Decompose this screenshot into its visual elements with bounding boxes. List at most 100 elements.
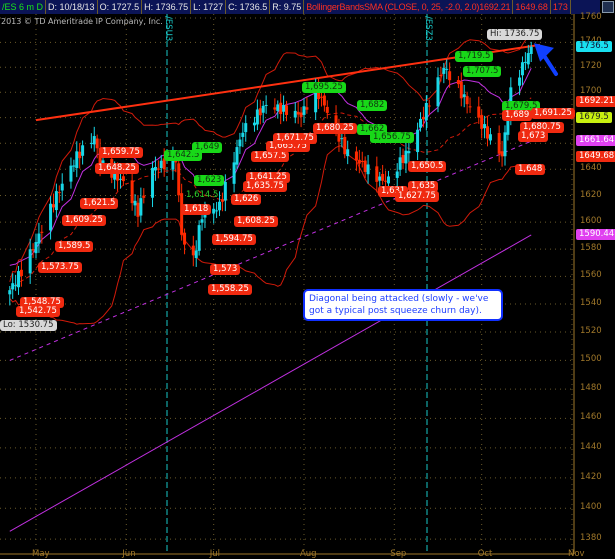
annotation-note[interactable]: Diagonal being attacked (slowly - we've … — [303, 289, 503, 321]
candle-body — [37, 233, 41, 244]
price-annotation-label: 1,627.75 — [395, 191, 439, 202]
price-annotation-label: Hi: 1736.75 — [487, 29, 543, 40]
candle-body — [118, 178, 122, 180]
price-tick-label: 1420 — [580, 471, 602, 482]
candle-body — [424, 103, 428, 121]
price-annotation-label: 1,648 — [515, 164, 546, 175]
candle-body — [395, 171, 399, 178]
price-annotation-label: 1,707.5 — [463, 66, 502, 77]
price-annotation-label: 1,719.5 — [455, 51, 494, 62]
candle-body — [57, 192, 61, 194]
month-tick-label: May — [32, 549, 50, 559]
candle-body — [28, 249, 32, 274]
candle-body — [159, 160, 163, 169]
price-annotation-label: 1,657.5 — [251, 151, 290, 162]
price-axis-badge: 1649.68 — [576, 150, 615, 162]
price-tick-label: 1580 — [580, 243, 602, 254]
candle-body — [322, 95, 326, 106]
price-axis-badge: 1736.5 — [576, 40, 612, 52]
candle-body — [500, 151, 504, 157]
month-tick-label: Nov — [567, 549, 585, 559]
candle-body — [264, 104, 268, 106]
price-annotation-label: 1,648.25 — [95, 163, 139, 174]
price-annotation-label: 1,695.25 — [302, 82, 346, 93]
candle-body — [518, 77, 522, 86]
price-annotation-label: 1,680.25 — [313, 123, 357, 134]
price-tick-label: 1700 — [580, 86, 602, 97]
candle-body — [340, 138, 344, 140]
candle-body — [238, 139, 242, 147]
price-annotation-label: Lo: 1530.75 — [0, 320, 57, 331]
candle-body — [244, 123, 248, 133]
chart-header: /ES 6 m D D: 10/18/13 O: 1727.5 H: 1736.… — [0, 0, 600, 14]
candle-body — [273, 107, 277, 110]
candle-body — [503, 132, 507, 157]
symbol-label[interactable]: /ES 6 m D — [0, 0, 47, 14]
candle-body — [191, 245, 195, 256]
price-annotation-label: 1,608.25 — [234, 216, 278, 227]
candle-body — [285, 105, 289, 115]
candle-body — [384, 180, 388, 182]
date-value: D: 10/18/13 — [46, 0, 98, 14]
candle-body — [378, 176, 382, 181]
candle-body — [255, 109, 259, 125]
price-annotation-label: 1,691.25 — [531, 108, 575, 119]
candle-body — [462, 94, 466, 98]
candle-body — [421, 116, 425, 120]
candle-body — [235, 147, 239, 165]
price-annotation-label: 1,682 — [357, 100, 388, 111]
candle-body — [375, 166, 379, 182]
candle-body — [404, 150, 408, 164]
candle-body — [54, 191, 58, 211]
candle-body — [386, 176, 390, 184]
candle-body — [488, 134, 492, 141]
candle-body — [17, 271, 21, 288]
candle-body — [261, 105, 265, 113]
candle-body — [153, 166, 157, 171]
price-tick-label: 1640 — [580, 163, 602, 174]
candle-body — [19, 269, 23, 277]
price-annotation-label: 1,689 — [502, 110, 533, 121]
long-moving-average — [9, 234, 532, 532]
candle-body — [325, 106, 329, 113]
price-annotation-label: 1,673 — [518, 131, 549, 142]
candle-body — [133, 200, 137, 206]
price-annotation-label: 1,649 — [192, 142, 223, 153]
candle-body — [81, 145, 85, 156]
candle-body — [241, 132, 245, 137]
price-annotation-label: 1,659.75 — [99, 147, 143, 158]
candle-body — [31, 249, 35, 251]
candle-body — [136, 202, 140, 217]
candle-body — [343, 136, 347, 155]
candle-body — [299, 112, 303, 117]
candle-body — [448, 71, 452, 81]
candle-body — [11, 283, 15, 290]
candle-body — [354, 151, 358, 161]
candle-body — [200, 219, 204, 223]
price-annotation-label: 1,635.75 — [243, 181, 287, 192]
study-label[interactable]: BollingerBandsSMA (CLOSE, 0, 25, -2.0, 2… — [304, 0, 514, 14]
candle-body — [89, 142, 93, 144]
candle-body — [279, 102, 283, 115]
candle-body — [183, 232, 187, 245]
candle-body — [276, 104, 280, 111]
high-value: H: 1736.75 — [142, 0, 192, 14]
price-tick-label: 1460 — [580, 412, 602, 423]
candle-body — [456, 80, 460, 85]
candle-body — [130, 180, 134, 204]
copyright-text: 2013 © TD Ameritrade IP Company, Inc. — [1, 17, 163, 26]
month-tick-label: Jul — [209, 549, 220, 559]
candle-body — [34, 242, 38, 254]
candle-body — [51, 204, 55, 208]
candle-body — [526, 53, 530, 65]
candle-body — [346, 149, 350, 157]
candle-body — [218, 201, 222, 211]
price-tick-label: 1500 — [580, 354, 602, 365]
candle-body — [75, 151, 79, 169]
candle-body — [427, 105, 431, 107]
month-tick-label: Oct — [477, 549, 493, 559]
candle-body — [121, 176, 125, 182]
candle-body — [465, 96, 469, 105]
candle-body — [177, 163, 181, 196]
chart-style-button[interactable] — [602, 1, 614, 13]
